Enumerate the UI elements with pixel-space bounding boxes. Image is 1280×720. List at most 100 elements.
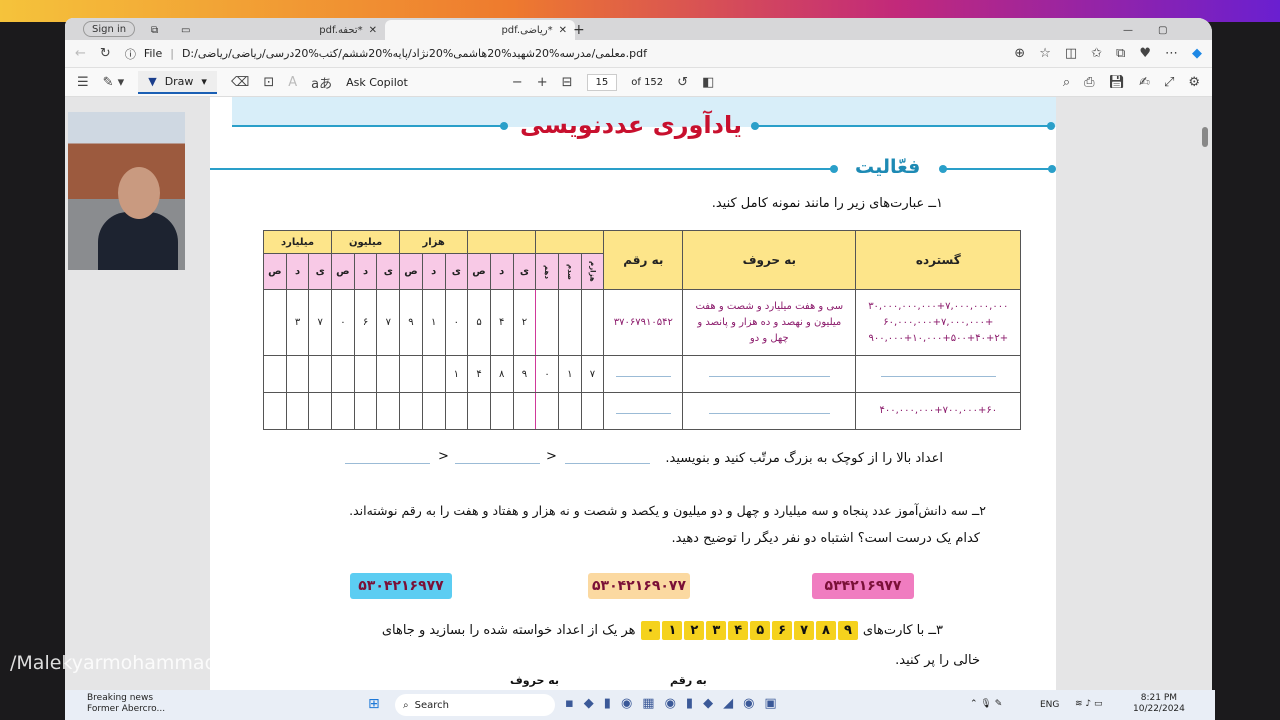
find-icon[interactable]: ⌕: [1063, 75, 1070, 90]
close-icon[interactable]: ✕: [369, 25, 377, 36]
digit-cell[interactable]: ۱: [557, 355, 582, 393]
maximize-icon[interactable]: ▢: [1150, 20, 1175, 40]
workspaces-icon[interactable]: ⧉: [143, 20, 166, 40]
favorite-star-icon[interactable]: ☆: [1039, 46, 1051, 61]
digit-cell[interactable]: [580, 392, 605, 430]
save-icon[interactable]: 💾︎: [1109, 75, 1126, 90]
words-cell[interactable]: [682, 355, 857, 393]
favorites-icon[interactable]: ✩: [1091, 46, 1102, 61]
url-field[interactable]: ⓘ File | D:/معلمی/مدرسه%20شهید%20هاشمی%20…: [125, 46, 1000, 62]
digit-cell[interactable]: [535, 289, 559, 356]
digit-cell[interactable]: ۱: [444, 355, 469, 393]
digit-cell[interactable]: [421, 355, 446, 393]
digit-cell[interactable]: [308, 355, 333, 393]
zoom-icon[interactable]: ⊕: [1014, 46, 1025, 61]
fit-page-icon[interactable]: ⊟: [562, 75, 573, 90]
digit-cell[interactable]: [557, 392, 582, 430]
refresh-icon[interactable]: ↻: [100, 46, 111, 61]
words-cell[interactable]: [682, 392, 857, 430]
digit-cell[interactable]: [263, 355, 287, 393]
highlight-icon[interactable]: ✎ ▾: [103, 75, 125, 90]
number-cell[interactable]: [603, 392, 684, 430]
copilot-icon[interactable]: ◆: [1192, 46, 1202, 61]
scrollbar[interactable]: [1202, 127, 1208, 147]
page-number-input[interactable]: 15: [586, 73, 618, 91]
digit-cell[interactable]: [308, 392, 333, 430]
digit-cell[interactable]: [376, 355, 401, 393]
new-tab-button[interactable]: +: [565, 20, 593, 40]
digit-cell[interactable]: [580, 289, 605, 356]
digit-cell[interactable]: [489, 392, 514, 430]
zoom-in-icon[interactable]: +: [537, 75, 548, 90]
digit-cell[interactable]: ۰: [444, 289, 469, 356]
network-volume-icons[interactable]: ≋ ♪ ▭: [1075, 699, 1103, 709]
expanded-cell[interactable]: ۳۰,۰۰۰,۰۰۰,۰۰۰+۷,۰۰۰,۰۰۰,۰۰۰ +۶۰,۰۰۰,۰۰۰…: [855, 289, 1022, 356]
words-cell[interactable]: سی و هفت میلیارد و شصت و هفت میلیون و نه…: [682, 289, 857, 356]
news-widget[interactable]: Breaking news Former Abercro...: [87, 693, 165, 715]
digit-cell[interactable]: ۳: [285, 289, 310, 356]
number-cell[interactable]: [603, 355, 684, 393]
digit-cell[interactable]: ۷: [580, 355, 605, 393]
digit-cell[interactable]: [467, 392, 491, 430]
digit-cell[interactable]: ۰: [535, 355, 559, 393]
digit-cell[interactable]: [263, 289, 287, 356]
digit-cell[interactable]: ۲: [512, 289, 537, 356]
digit-cell[interactable]: [331, 355, 355, 393]
tab-actions-icon[interactable]: ▭: [173, 20, 198, 40]
minimize-icon[interactable]: —: [1115, 20, 1141, 40]
taskbar-search[interactable]: ⌕ Search: [395, 694, 555, 716]
digit-cell[interactable]: ۰: [331, 289, 355, 356]
digit-cell[interactable]: ۴: [467, 355, 491, 393]
back-icon[interactable]: ←: [75, 46, 86, 61]
system-tray-icons[interactable]: ⌃ 🎙︎ ✎: [970, 699, 1002, 709]
number-cell[interactable]: ۳۷۰۶۷۹۱۰۵۴۲: [603, 289, 684, 356]
fullscreen-icon[interactable]: ⤢: [1164, 75, 1174, 90]
clock[interactable]: 8:21 PM 10/22/2024: [1133, 693, 1185, 715]
taskbar-app-icons[interactable]: ▪◆▮◉▦◉▮◆◢◉▣: [565, 696, 787, 711]
digit-cell[interactable]: [399, 392, 423, 430]
expanded-cell[interactable]: ۴۰۰,۰۰۰,۰۰۰+۷۰۰,۰۰۰+۶۰: [855, 392, 1022, 430]
text-box-icon[interactable]: ⊡: [263, 75, 274, 90]
digit-cell[interactable]: [263, 392, 287, 430]
save-as-icon[interactable]: ✍: [1139, 75, 1150, 90]
draw-button[interactable]: ▼ Draw ▾: [138, 70, 217, 94]
pdf-viewport[interactable]: یادآوری عددنویسی فعّالیت ۱ــ عبارت‌های ز…: [65, 97, 1212, 690]
digit-cell[interactable]: [512, 392, 537, 430]
digit-cell[interactable]: [285, 355, 310, 393]
settings-icon[interactable]: ⚙: [1188, 75, 1200, 90]
expanded-cell[interactable]: [855, 355, 1022, 393]
contents-icon[interactable]: ☰: [77, 75, 89, 90]
rotate-icon[interactable]: ↺: [677, 75, 688, 90]
zoom-out-icon[interactable]: −: [512, 75, 523, 90]
print-icon[interactable]: ⎙: [1084, 75, 1094, 90]
digit-cell[interactable]: ۴: [489, 289, 514, 356]
ask-copilot-button[interactable]: Ask Copilot: [346, 76, 408, 89]
digit-cell[interactable]: ۱: [421, 289, 446, 356]
digit-cell[interactable]: [331, 392, 355, 430]
digit-cell[interactable]: [444, 392, 469, 430]
browser-essentials-icon[interactable]: ♥: [1139, 46, 1151, 61]
language-indicator[interactable]: ENG: [1040, 700, 1059, 710]
tab-pdf-1[interactable]: pdf.تحفه* ✕: [215, 20, 385, 40]
digit-cell[interactable]: ۷: [308, 289, 333, 356]
eraser-icon[interactable]: ⌫: [231, 75, 249, 90]
digit-cell[interactable]: ۶: [353, 289, 378, 356]
digit-cell[interactable]: [353, 392, 378, 430]
digit-cell[interactable]: ۸: [489, 355, 514, 393]
digit-cell[interactable]: [376, 392, 401, 430]
digit-cell[interactable]: ۹: [512, 355, 537, 393]
split-screen-icon[interactable]: ◫: [1065, 46, 1077, 61]
digit-cell[interactable]: ۵: [467, 289, 491, 356]
read-aloud-icon[interactable]: A: [288, 75, 297, 90]
digit-cell[interactable]: [421, 392, 446, 430]
digit-cell[interactable]: ۹: [399, 289, 423, 356]
digit-cell[interactable]: [535, 392, 559, 430]
sign-in-button[interactable]: Sign in: [83, 21, 136, 37]
more-icon[interactable]: ⋯: [1165, 46, 1178, 61]
digit-cell[interactable]: [285, 392, 310, 430]
digit-cell[interactable]: [399, 355, 423, 393]
tab-pdf-2[interactable]: pdf.ریاضی* ✕: [385, 20, 575, 40]
digit-cell[interactable]: [557, 289, 582, 356]
translate-icon[interactable]: aあ: [311, 73, 332, 92]
page-view-icon[interactable]: ◧: [702, 75, 714, 90]
